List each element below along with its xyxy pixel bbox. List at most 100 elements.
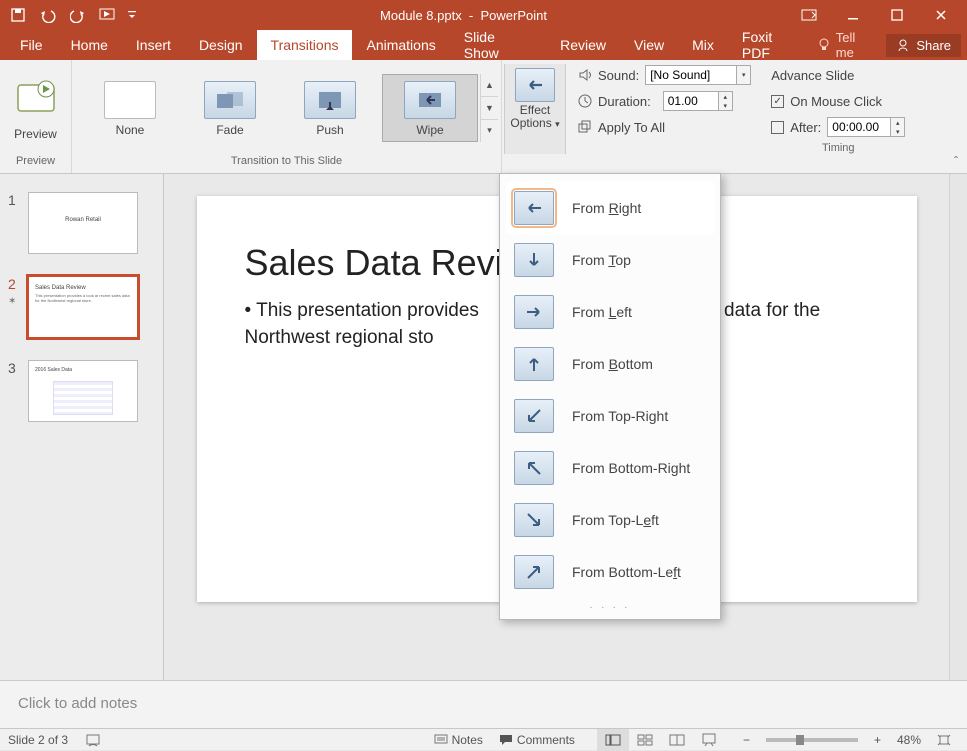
tab-mix[interactable]: Mix	[678, 30, 728, 60]
duration-input[interactable]	[663, 91, 719, 111]
effect-from-right[interactable]: From Right	[506, 182, 714, 234]
undo-icon[interactable]	[34, 2, 62, 28]
group-label-transition: Transition to This Slide	[72, 155, 501, 173]
group-label-preview: Preview	[0, 155, 71, 173]
arrow-up-left-icon	[514, 451, 554, 485]
chevron-up-icon: ▲	[481, 74, 498, 97]
duration-up-icon[interactable]: ▴	[719, 92, 732, 101]
tab-file[interactable]: File	[6, 30, 57, 60]
effect-from-bottom-left[interactable]: From Bottom-Left	[506, 546, 714, 598]
tab-home[interactable]: Home	[57, 30, 122, 60]
comments-icon	[499, 734, 513, 746]
vertical-scrollbar[interactable]	[949, 174, 967, 680]
sound-dropdown-icon[interactable]: ▾	[737, 66, 750, 84]
duration-label: Duration:	[598, 94, 651, 109]
main-area: 1 Rowan Retail 2 ✶ Sales Data Review Thi…	[0, 174, 967, 680]
tab-design[interactable]: Design	[185, 30, 257, 60]
tell-me-search[interactable]: Tell me	[817, 30, 875, 60]
save-icon[interactable]	[4, 2, 32, 28]
chevron-down-icon: ▼	[481, 97, 498, 120]
slide-thumbnail-panel: 1 Rowan Retail 2 ✶ Sales Data Review Thi…	[0, 174, 164, 680]
sound-icon	[578, 68, 592, 82]
effect-from-left[interactable]: From Left	[506, 286, 714, 338]
qat-customize-icon[interactable]	[124, 2, 140, 28]
slide-thumbnail-1[interactable]: Rowan Retail	[28, 192, 138, 254]
preview-button[interactable]: Preview	[8, 75, 63, 141]
tab-transitions[interactable]: Transitions	[257, 30, 353, 60]
slide-thumbnail-3[interactable]: 2016 Sales Data	[28, 360, 138, 422]
title-bar: Module 8.pptx - PowerPoint	[0, 0, 967, 30]
after-down-icon[interactable]: ▾	[891, 127, 904, 136]
thumb-number-1: 1	[8, 192, 20, 208]
after-checkbox[interactable]	[771, 121, 784, 134]
group-label-timing: Timing	[761, 142, 915, 160]
maximize-icon[interactable]	[875, 1, 919, 29]
zoom-slider[interactable]	[766, 738, 858, 742]
arrow-down-icon	[514, 243, 554, 277]
minimize-icon[interactable]	[831, 1, 875, 29]
transition-gallery-more[interactable]: ▲ ▼ ▾	[480, 74, 498, 142]
transition-wipe-icon	[404, 81, 456, 119]
start-from-beginning-icon[interactable]	[94, 2, 122, 28]
after-label: After:	[790, 120, 821, 135]
transition-push-icon	[304, 81, 356, 119]
effect-from-top-right[interactable]: From Top-Right	[506, 390, 714, 442]
transition-fade[interactable]: Fade	[182, 74, 278, 142]
effect-from-top-left[interactable]: From Top-Left	[506, 494, 714, 546]
window-title: Module 8.pptx - PowerPoint	[140, 8, 787, 23]
close-icon[interactable]	[919, 1, 963, 29]
menu-more-indicator: . . . .	[506, 598, 714, 617]
expand-gallery-icon: ▾	[481, 120, 498, 142]
transition-none[interactable]: None	[82, 74, 178, 142]
thumb-number-3: 3	[8, 360, 20, 376]
ribbon-display-options-icon[interactable]	[787, 1, 831, 29]
arrow-left-icon	[514, 191, 554, 225]
notes-pane[interactable]: Click to add notes	[0, 680, 967, 728]
status-bar: Slide 2 of 3 Notes Comments − + 48%	[0, 728, 967, 750]
after-up-icon[interactable]: ▴	[891, 118, 904, 127]
arrow-up-right-icon	[514, 555, 554, 589]
notes-placeholder: Click to add notes	[18, 695, 137, 712]
effect-from-top[interactable]: From Top	[506, 234, 714, 286]
arrow-up-icon	[514, 347, 554, 381]
tab-animations[interactable]: Animations	[352, 30, 449, 60]
share-icon	[896, 38, 910, 52]
effect-from-bottom-right[interactable]: From Bottom-Right	[506, 442, 714, 494]
effect-options-menu: From Right From Top From Left From Botto…	[499, 173, 721, 620]
after-time-input[interactable]	[827, 117, 891, 137]
transition-wipe[interactable]: Wipe	[382, 74, 478, 142]
share-button[interactable]: Share	[886, 34, 961, 57]
effect-options-label: EffectOptions ▾	[507, 104, 563, 132]
tab-review[interactable]: Review	[546, 30, 620, 60]
zoom-level[interactable]: 48%	[889, 733, 929, 747]
tab-insert[interactable]: Insert	[122, 30, 185, 60]
notes-icon	[434, 734, 448, 746]
sound-select[interactable]	[645, 65, 737, 85]
transition-push[interactable]: Push	[282, 74, 378, 142]
preview-icon	[12, 75, 60, 123]
collapse-ribbon-icon[interactable]: ˆ	[951, 60, 967, 168]
sound-label: Sound:	[598, 68, 639, 83]
apply-all-icon	[578, 120, 592, 134]
effect-options-button[interactable]: EffectOptions ▾	[504, 64, 566, 154]
effect-from-bottom[interactable]: From Bottom	[506, 338, 714, 390]
tab-view[interactable]: View	[620, 30, 678, 60]
arrow-down-right-icon	[514, 503, 554, 537]
arrow-right-icon	[514, 295, 554, 329]
tab-slideshow[interactable]: Slide Show	[450, 30, 546, 60]
arrow-down-left-icon	[514, 399, 554, 433]
ribbon-tabs: File Home Insert Design Transitions Anim…	[0, 30, 967, 60]
apply-to-all-button[interactable]: Apply To All	[598, 120, 665, 135]
advance-slide-heading: Advance Slide	[771, 64, 905, 86]
duration-down-icon[interactable]: ▾	[719, 101, 732, 110]
redo-icon[interactable]	[64, 2, 92, 28]
on-mouse-click-checkbox[interactable]: ✓	[771, 95, 784, 108]
animation-indicator-icon: ✶	[8, 296, 20, 307]
on-mouse-click-label: On Mouse Click	[790, 94, 882, 109]
slide-thumbnail-2[interactable]: Sales Data Review This presentation prov…	[28, 276, 138, 338]
lightbulb-icon	[817, 38, 830, 52]
slide-counter: Slide 2 of 3	[8, 733, 68, 747]
tab-foxit-pdf[interactable]: Foxit PDF	[728, 30, 817, 60]
ribbon: Preview Preview None Fade Push	[0, 60, 967, 174]
clock-icon	[578, 94, 592, 108]
